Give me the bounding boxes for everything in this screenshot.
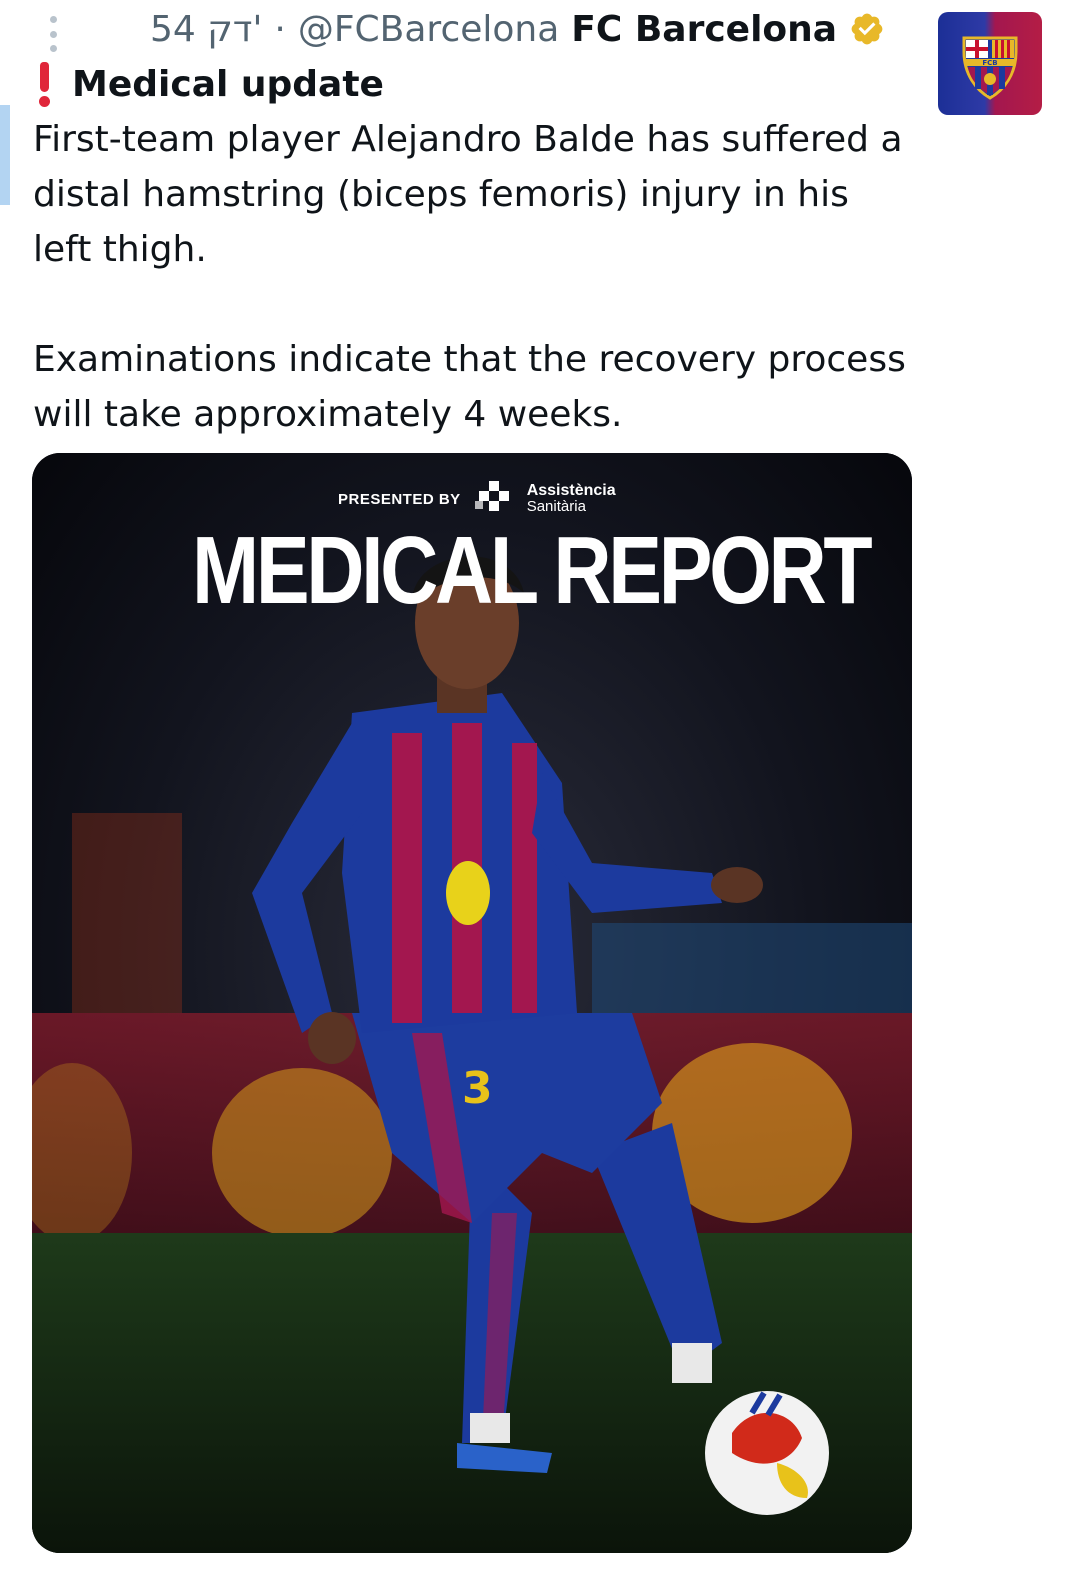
more-vertical-icon (49, 16, 57, 23)
red-exclamation-icon (36, 60, 52, 108)
tweet-paragraph: First-team player Alejandro Balde has su… (33, 119, 903, 270)
separator-dot: · (274, 8, 286, 50)
verified-badge-icon (851, 13, 883, 45)
more-options-button[interactable] (44, 14, 62, 54)
tweet-header: 54 דק' · @FCBarcelona FC Barcelona (150, 6, 920, 52)
author-name[interactable]: FC Barcelona (571, 9, 837, 50)
shirt-number: 3 (462, 1063, 493, 1114)
tweet-title: Medical update (72, 63, 384, 105)
svg-text:FCB: FCB (982, 59, 997, 67)
sponsor-banner: PRESENTED BY Assistència Sanitària (338, 479, 616, 519)
sponsor-name-line2: Sanitària (526, 498, 586, 515)
tweet-body: First-team player Alejandro Balde has su… (33, 112, 913, 442)
more-dot (49, 30, 57, 38)
tweet-time[interactable]: 54 דק' (150, 9, 262, 50)
assistencia-sanitaria-logo-icon (474, 481, 509, 511)
thread-accent-bar (0, 105, 10, 205)
presented-by-label: PRESENTED BY (338, 490, 461, 508)
tweet-title-line: Medical update (36, 58, 384, 110)
author-avatar[interactable]: FCB (938, 12, 1042, 115)
tweet-media-image[interactable]: 3 PRESENTED BY Assistència Sanitària MED… (32, 453, 912, 1553)
tweet-paragraph: Examinations indicate that the recovery … (33, 339, 906, 435)
author-handle[interactable]: @FCBarcelona (298, 9, 559, 50)
more-dot (49, 45, 57, 52)
sponsor-name: Assistència Sanitària (527, 483, 616, 515)
fc-barcelona-crest-icon: FCB (962, 36, 1018, 100)
medical-report-headline: MEDICAL REPORT (192, 517, 873, 624)
sponsor-name-line1: Assistència (526, 482, 616, 499)
